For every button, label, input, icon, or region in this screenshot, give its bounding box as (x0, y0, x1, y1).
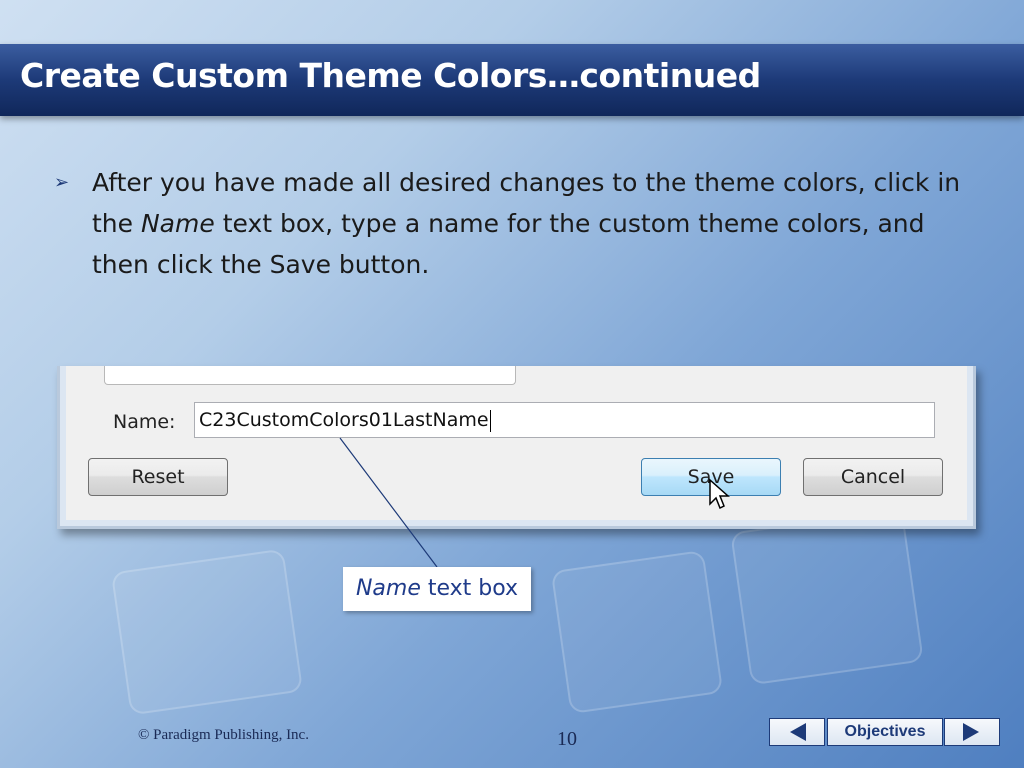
name-text-box-callout: Name text box (343, 567, 531, 611)
reset-button[interactable]: Reset (88, 458, 228, 496)
background-key (730, 508, 924, 686)
preview-box (104, 366, 516, 385)
right-triangle-icon (963, 723, 979, 741)
next-slide-button[interactable] (944, 718, 1000, 746)
previous-slide-button[interactable] (769, 718, 825, 746)
create-theme-colors-dialog: Name: C23CustomColors01LastName Reset Sa… (57, 366, 976, 529)
left-triangle-icon (790, 723, 806, 741)
bullet-text: After you have made all desired changes … (92, 168, 961, 279)
background-key (550, 549, 724, 715)
objectives-button[interactable]: Objectives (827, 718, 943, 746)
name-input[interactable]: C23CustomColors01LastName (194, 402, 935, 438)
bullet-arrow-icon: ➢ (54, 172, 70, 192)
cancel-button[interactable]: Cancel (803, 458, 943, 496)
background-key (110, 548, 304, 716)
text-caret (489, 409, 491, 432)
title-bar: Create Custom Theme Colors…continued (0, 44, 1024, 116)
copyright-text: © Paradigm Publishing, Inc. (138, 727, 309, 743)
page-number: 10 (557, 728, 577, 750)
name-label: Name: (113, 411, 176, 433)
dialog-frame (60, 366, 973, 526)
slide-title: Create Custom Theme Colors…continued (20, 56, 761, 95)
mouse-pointer-icon (709, 478, 730, 510)
